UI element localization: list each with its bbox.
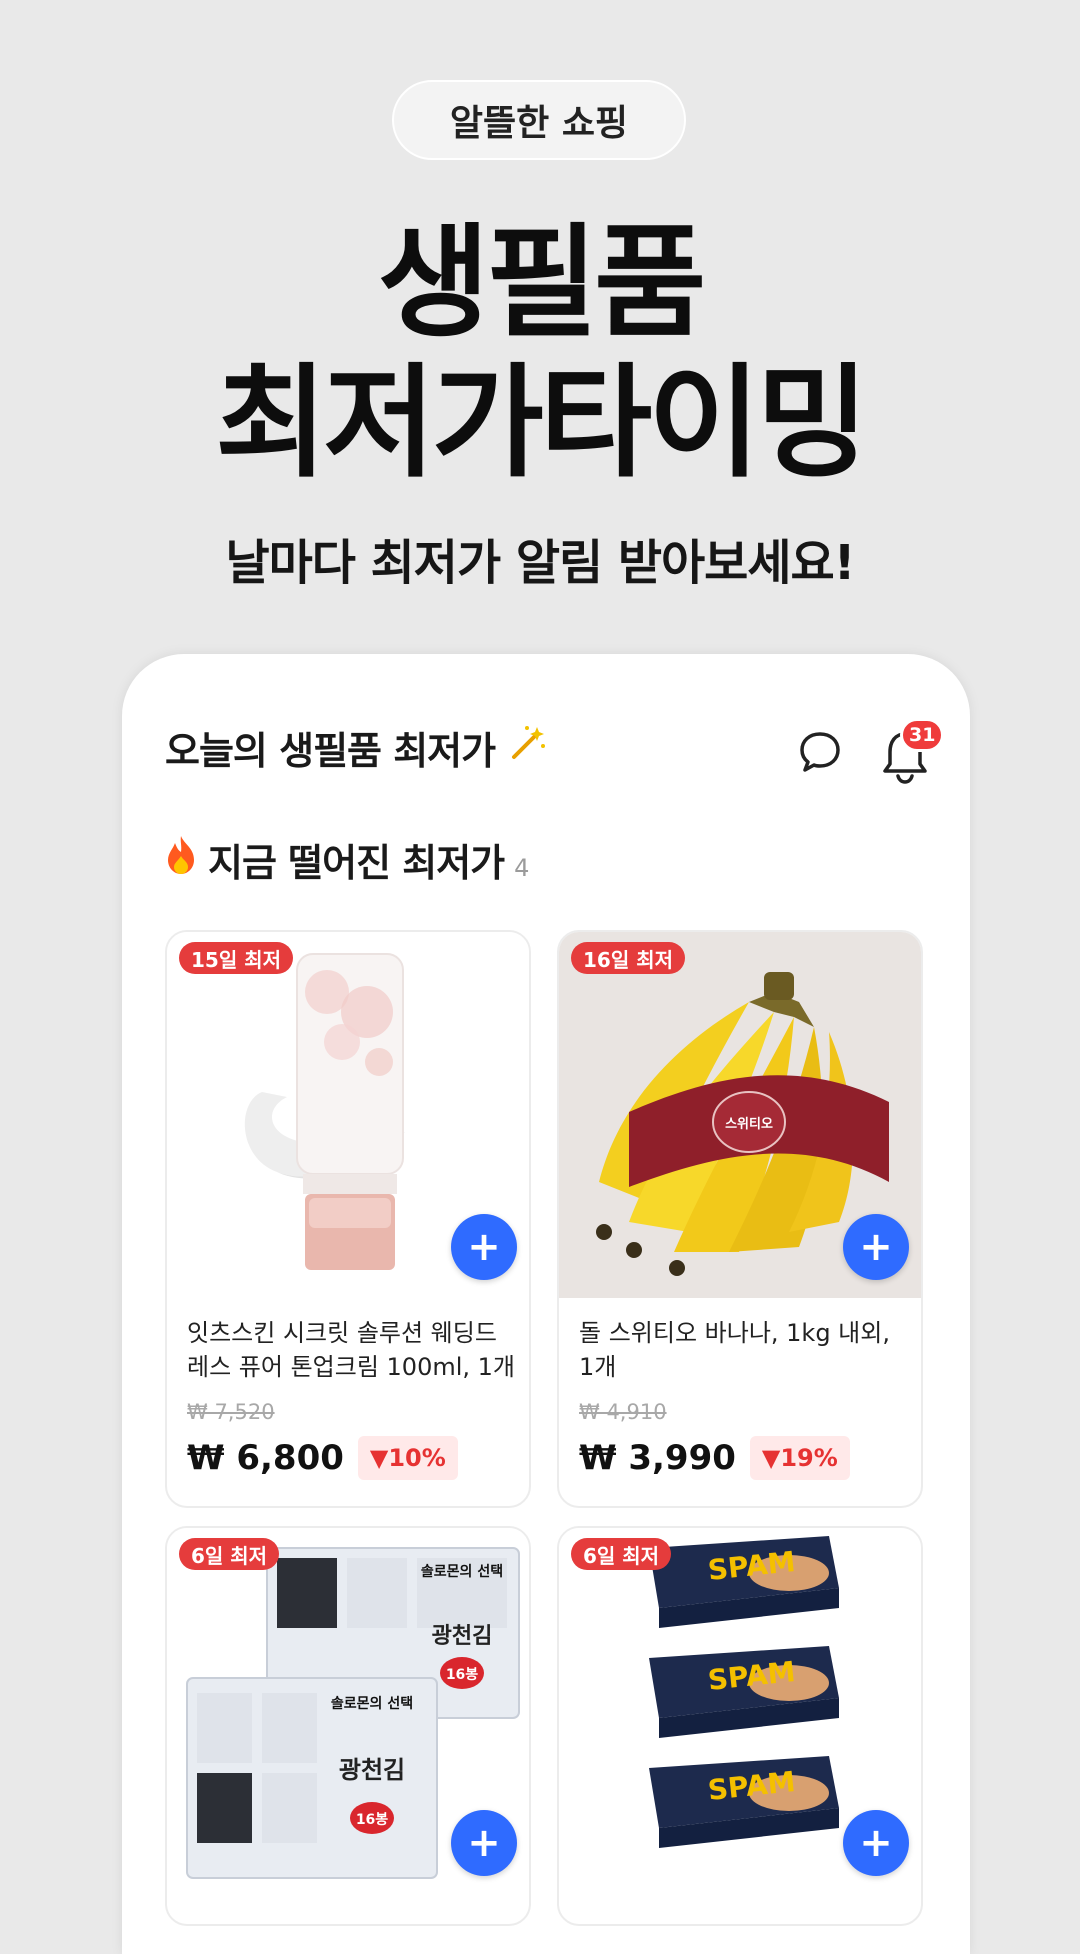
headline-line-1: 생필품 — [377, 212, 707, 354]
product-card[interactable]: 스위티오 16일 최저 + 돌 스위티오 바나나, 1kg 내외, 1개 ₩ 4… — [557, 930, 923, 1508]
add-button[interactable]: + — [843, 1810, 909, 1876]
product-name: 잇츠스킨 시크릿 솔루션 웨딩드레스 퓨어 톤업크림 100ml, 1개 — [187, 1319, 515, 1381]
seaweed-name-label-2: 광천김 — [339, 1756, 405, 1784]
current-price: ₩ 6,800 — [187, 1438, 344, 1478]
plus-icon: + — [467, 1224, 501, 1270]
price-row: ₩ 6,800 ▼10% — [187, 1436, 458, 1480]
discount-badge: ▼10% — [357, 1436, 458, 1480]
section-title: 지금 떨어진 최저가 4 — [164, 832, 529, 887]
add-button[interactable]: + — [451, 1214, 517, 1280]
promo-subtitle: 날마다 최저가 알림 받아보세요! — [225, 535, 855, 591]
seaweed-name-label: 광천김 — [432, 1624, 493, 1649]
lowest-price-tag: 15일 최저 — [179, 942, 293, 974]
seaweed-brand-label: 솔로몬의 선택 — [421, 1563, 503, 1580]
add-button[interactable]: + — [451, 1810, 517, 1876]
seaweed-brand-label-2: 솔로몬의 선택 — [331, 1695, 413, 1712]
fire-icon — [164, 834, 198, 885]
original-price: ₩ 7,520 — [187, 1400, 275, 1424]
seaweed-count-label: 16봉 — [446, 1667, 478, 1683]
app-title: 오늘의 생필품 최저가 — [165, 720, 547, 775]
current-price: ₩ 3,990 — [579, 1438, 736, 1478]
seaweed-count-label-2: 16봉 — [356, 1812, 388, 1828]
product-name: 돌 스위티오 바나나, 1kg 내외, 1개 — [579, 1319, 890, 1381]
promo-pill: 알뜰한 쇼핑 — [392, 80, 686, 160]
app-title-text: 오늘의 생필품 최저가 — [165, 729, 496, 773]
plus-icon: + — [859, 1224, 893, 1270]
magic-wand-icon — [509, 724, 547, 771]
section-count: 4 — [514, 854, 529, 882]
add-button[interactable]: + — [843, 1214, 909, 1280]
lowest-price-tag: 6일 최저 — [571, 1538, 672, 1570]
banana-label: 스위티오 — [725, 1116, 773, 1132]
notification-badge: 31 — [900, 718, 945, 752]
product-card[interactable]: 솔로몬의 선택 광천김 16봉 솔로몬의 선택 광천김 16봉 6일 최저 + — [165, 1526, 531, 1926]
lowest-price-tag: 6일 최저 — [179, 1538, 280, 1570]
phone-screen: 오늘의 생필품 최저가 31 지금 떨어진 최저가 4 15일 최저 + 잇츠스… — [122, 654, 970, 1954]
product-card[interactable]: SPAM SPAM SPAM 6일 최저 + — [557, 1526, 923, 1926]
chat-icon[interactable] — [798, 730, 842, 774]
section-title-text: 지금 떨어진 최저가 — [208, 841, 505, 885]
plus-icon: + — [859, 1820, 893, 1866]
notification-bell[interactable]: 31 — [874, 718, 945, 788]
price-row: ₩ 3,990 ▼19% — [579, 1436, 850, 1480]
discount-badge: ▼19% — [749, 1436, 850, 1480]
product-card[interactable]: 15일 최저 + 잇츠스킨 시크릿 솔루션 웨딩드레스 퓨어 톤업크림 100m… — [165, 930, 531, 1508]
lowest-price-tag: 16일 최저 — [571, 942, 685, 974]
plus-icon: + — [467, 1820, 501, 1866]
headline-line-2: 최저가타이밍 — [215, 352, 868, 494]
original-price: ₩ 4,910 — [579, 1400, 667, 1424]
